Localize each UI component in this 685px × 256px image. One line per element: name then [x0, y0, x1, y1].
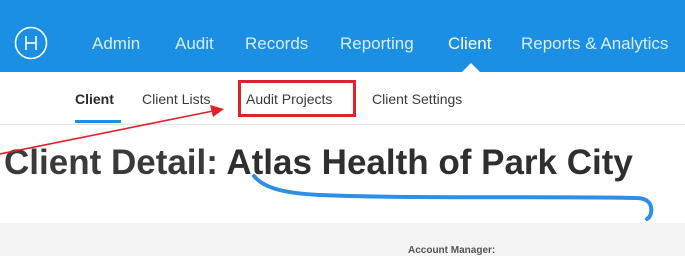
page-title: Client Detail: Atlas Health of Park City: [4, 140, 633, 186]
topnav-item-client[interactable]: Client: [448, 32, 491, 56]
topnav-item-records[interactable]: Records: [245, 32, 308, 56]
subnav-item-client-lists[interactable]: Client Lists: [142, 89, 210, 109]
plus-circle-icon[interactable]: [14, 26, 48, 60]
topnav-item-audit[interactable]: Audit: [175, 32, 214, 56]
client-details-panel: [0, 223, 685, 256]
topnav-item-reports-analytics[interactable]: Reports & Analytics: [521, 32, 668, 56]
topnav-item-admin[interactable]: Admin: [92, 32, 140, 56]
subnav-item-client-settings[interactable]: Client Settings: [372, 89, 462, 109]
subnav-active-underline: [75, 120, 121, 123]
account-manager-label: Account Manager:: [408, 245, 496, 256]
active-tab-indicator: [462, 63, 480, 72]
topnav-item-reporting[interactable]: Reporting: [340, 32, 414, 56]
client-name: Atlas Health of Park City: [226, 143, 633, 182]
page-title-prefix: Client Detail:: [4, 143, 218, 182]
subnav-item-client[interactable]: Client: [75, 89, 114, 109]
annotation-highlight-box: [238, 80, 356, 117]
